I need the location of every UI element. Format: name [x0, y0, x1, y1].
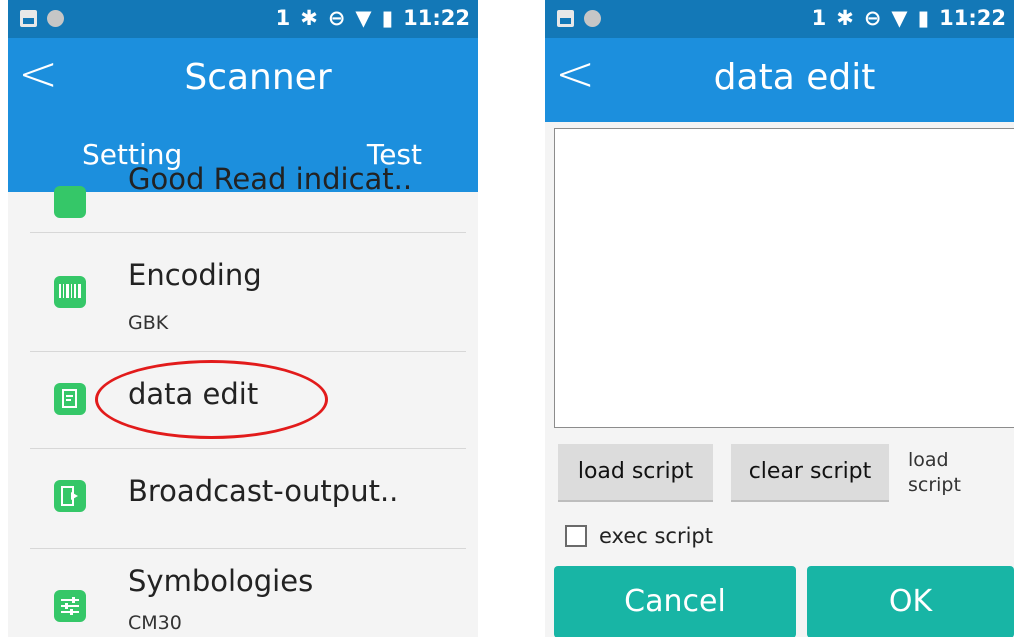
- barcode-icon: [54, 276, 86, 308]
- status-bar: 1 ✱ ⊖ ▼ ▮ 11:22: [545, 0, 1014, 38]
- bluetooth-icon: ✱: [836, 6, 854, 30]
- exit-door-icon: [54, 480, 86, 512]
- app-bar: < Scanner: [8, 38, 478, 124]
- wifi-icon: ▼: [891, 6, 908, 30]
- highlight-circle: [95, 360, 328, 439]
- app-bar: < data edit: [545, 38, 1014, 122]
- list-item-label: Good Read indicat..: [128, 162, 413, 196]
- list-item-label: Broadcast-output..: [128, 474, 399, 508]
- list-item-broadcast-output[interactable]: Broadcast-output..: [30, 448, 466, 549]
- clock: 11:22: [939, 6, 1006, 30]
- list-item-value: CM30: [128, 612, 182, 634]
- data-edit-screen: 1 ✱ ⊖ ▼ ▮ 11:22 < data edit load script …: [545, 0, 1014, 637]
- document-edit-icon: [54, 383, 86, 415]
- list-item-symbologies[interactable]: Symbologies CM30: [30, 548, 466, 637]
- loaded-script-label: load script: [908, 449, 961, 496]
- exec-script-label: exec script: [599, 524, 713, 548]
- sim-slot-indicator: 1: [275, 6, 291, 30]
- list-item-label: Symbologies: [128, 564, 314, 598]
- scanner-screen: 1 ✱ ⊖ ▼ ▮ 11:22 < Scanner Setting Test G…: [8, 0, 478, 637]
- gallery-notification-icon: [557, 10, 574, 27]
- sim-slot-indicator: 1: [811, 6, 827, 30]
- notification-dot-icon: [584, 10, 601, 27]
- wifi-icon: ▼: [355, 6, 372, 30]
- clock: 11:22: [403, 6, 470, 30]
- list-item-value: GBK: [128, 312, 169, 334]
- cancel-button[interactable]: Cancel: [554, 566, 796, 637]
- script-editor-textarea[interactable]: [554, 128, 1014, 428]
- do-not-disturb-icon: ⊖: [327, 6, 346, 30]
- notification-dot-icon: [47, 10, 64, 27]
- clear-script-button[interactable]: clear script: [731, 444, 889, 502]
- battery-icon: ▮: [381, 6, 394, 30]
- battery-icon: ▮: [917, 6, 930, 30]
- gallery-notification-icon: [20, 10, 37, 27]
- list-item-encoding[interactable]: Encoding GBK: [30, 232, 466, 352]
- ok-button[interactable]: OK: [807, 566, 1014, 637]
- status-bar: 1 ✱ ⊖ ▼ ▮ 11:22: [8, 0, 478, 38]
- list-item-good-read-indicator[interactable]: Good Read indicat..: [30, 162, 466, 233]
- exec-script-checkbox[interactable]: [565, 525, 587, 547]
- good-read-icon: [54, 186, 86, 218]
- list-item-label: Encoding: [128, 258, 262, 292]
- sliders-icon: [54, 590, 86, 622]
- exec-script-row[interactable]: exec script: [565, 524, 713, 548]
- bluetooth-icon: ✱: [300, 6, 318, 30]
- page-title: data edit: [713, 57, 876, 98]
- page-title: Scanner: [184, 57, 332, 98]
- load-script-button[interactable]: load script: [558, 444, 713, 502]
- do-not-disturb-icon: ⊖: [863, 6, 882, 30]
